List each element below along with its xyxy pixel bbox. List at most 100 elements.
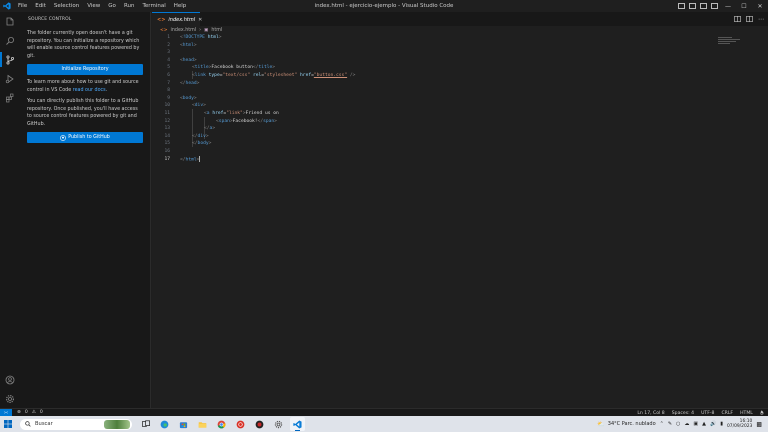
- clock-date: 07/09/2023: [727, 424, 753, 429]
- publish-message: You can directly publish this folder to …: [27, 99, 139, 127]
- settings-gear-icon[interactable]: [271, 417, 286, 431]
- toggle-secondary-sidebar-icon[interactable]: [700, 3, 707, 9]
- vscode-logo-icon[interactable]: [0, 0, 14, 12]
- title-bar: File Edit Selection View Go Run Terminal…: [0, 0, 768, 12]
- code-line: 4 <head>: [152, 57, 768, 65]
- activity-bar: [0, 12, 20, 408]
- code-line: 13 </a>: [152, 125, 768, 133]
- more-actions-icon[interactable]: ⋯: [758, 16, 764, 23]
- network-icon[interactable]: ○: [676, 421, 680, 427]
- line-number: 12: [164, 118, 170, 124]
- source-control-icon[interactable]: [0, 50, 20, 69]
- sidebar-title: SOURCE CONTROL: [28, 17, 72, 22]
- notification-center-icon[interactable]: ▩: [756, 421, 762, 428]
- maximize-icon[interactable]: ☐: [736, 0, 752, 12]
- explorer-icon[interactable]: [0, 12, 20, 31]
- breadcrumb-element[interactable]: html: [211, 28, 222, 33]
- tab-label: index.html: [168, 16, 196, 23]
- code-text: <body>: [180, 95, 197, 101]
- vscode-taskbar-icon[interactable]: [290, 417, 305, 431]
- search-placeholder: Buscar: [35, 421, 53, 427]
- accounts-icon[interactable]: [0, 370, 20, 389]
- weather-widget[interactable]: ⛅ 34°C Parc. nublado: [597, 421, 655, 428]
- tab-close-icon[interactable]: ✕: [198, 17, 202, 23]
- code-text: </head>: [180, 80, 200, 86]
- menu-view[interactable]: View: [83, 0, 104, 12]
- errors-icon[interactable]: ⊗: [17, 410, 21, 415]
- display-icon[interactable]: ▣: [693, 421, 698, 427]
- breadcrumb: <> index.html › ▣ html: [152, 26, 768, 34]
- cloud-icon[interactable]: ☁: [684, 421, 689, 427]
- html-file-icon: <>: [157, 16, 166, 23]
- line-number: 2: [167, 42, 170, 48]
- windows-start-icon[interactable]: [0, 416, 16, 432]
- line-number: 6: [167, 73, 170, 78]
- publish-to-github-button[interactable]: Publish to GitHub: [27, 132, 143, 143]
- code-line: 8: [152, 87, 768, 95]
- code-line: 12 <span>Facebook!</span>: [152, 118, 768, 126]
- extensions-icon[interactable]: [0, 88, 20, 107]
- menu-selection[interactable]: Selection: [50, 0, 83, 12]
- menu-go[interactable]: Go: [104, 0, 120, 12]
- source-control-sidebar: SOURCE CONTROL The folder currently open…: [20, 12, 151, 408]
- warnings-count[interactable]: 0: [40, 410, 43, 415]
- split-editor-icon[interactable]: [746, 16, 753, 22]
- end-of-line[interactable]: CRLF: [721, 411, 733, 416]
- read-docs-link[interactable]: read our docs: [73, 88, 106, 93]
- code-line: 7 </head>: [152, 80, 768, 88]
- menu-terminal[interactable]: Terminal: [138, 0, 169, 12]
- toggle-primary-sidebar-icon[interactable]: [678, 3, 685, 9]
- cursor-position[interactable]: Ln 17, Col 8: [637, 411, 664, 416]
- taskbar-search[interactable]: Buscar: [20, 418, 132, 430]
- code-editor[interactable]: 1 <!DOCTYPE html> 2 <html> 3 4 <head> 5 <tit…: [152, 34, 768, 408]
- tab-index-html[interactable]: <> index.html ✕: [152, 12, 202, 26]
- battery-icon[interactable]: ▮: [720, 421, 723, 427]
- red-app-icon[interactable]: [233, 417, 248, 431]
- edge-browser-icon[interactable]: [157, 417, 172, 431]
- learn-more-end: .: [105, 87, 108, 93]
- dark-app-icon[interactable]: [252, 417, 267, 431]
- menu-edit[interactable]: Edit: [31, 0, 50, 12]
- line-number: 8: [167, 88, 170, 94]
- code-text: </html>: [180, 155, 201, 163]
- minimize-icon[interactable]: —: [720, 0, 736, 12]
- toggle-panel-icon[interactable]: [689, 3, 696, 9]
- close-icon[interactable]: ✕: [752, 0, 768, 12]
- editor-tabs: <> index.html ✕ ⋯: [152, 12, 768, 26]
- menu-help[interactable]: Help: [170, 0, 191, 12]
- manage-gear-icon[interactable]: [0, 389, 20, 408]
- warnings-icon[interactable]: ⚠: [32, 410, 36, 415]
- menu-file[interactable]: File: [14, 0, 31, 12]
- file-explorer-icon[interactable]: [195, 417, 210, 431]
- code-text: </div>: [192, 133, 209, 139]
- breadcrumb-file[interactable]: index.html: [171, 28, 197, 33]
- clock[interactable]: 16:10 07/09/2023: [727, 419, 752, 430]
- code-line: 5 <title>Facebook button</title>: [152, 64, 768, 72]
- customize-layout-icon[interactable]: [711, 3, 718, 9]
- chrome-icon[interactable]: [214, 417, 229, 431]
- search-icon[interactable]: [0, 31, 20, 50]
- pen-icon[interactable]: ✎: [668, 421, 672, 427]
- task-view-icon[interactable]: [138, 417, 153, 431]
- line-number: 5: [167, 65, 170, 71]
- wifi-icon[interactable]: ▲: [702, 421, 706, 427]
- microsoft-store-icon[interactable]: [176, 417, 191, 431]
- open-preview-icon[interactable]: [734, 16, 741, 22]
- indentation[interactable]: Spaces: 4: [672, 411, 694, 416]
- line-number: 7: [167, 80, 170, 86]
- code-text: <title>Facebook button</title>: [192, 65, 276, 71]
- volume-icon[interactable]: 🔊: [710, 421, 716, 427]
- github-icon: [60, 134, 67, 141]
- run-debug-icon[interactable]: [0, 69, 20, 88]
- minimap[interactable]: [718, 36, 744, 52]
- code-line: 3: [152, 49, 768, 57]
- menu-run[interactable]: Run: [120, 0, 139, 12]
- initialize-repository-button[interactable]: Initialize Repository: [27, 64, 143, 75]
- encoding[interactable]: UTF-8: [701, 411, 714, 416]
- menu-bar: File Edit Selection View Go Run Terminal…: [14, 0, 190, 12]
- code-line: 1 <!DOCTYPE html>: [152, 34, 768, 42]
- show-hidden-icons-icon[interactable]: ⌃: [660, 421, 664, 427]
- language-mode[interactable]: HTML: [740, 411, 753, 416]
- line-number: 11: [164, 111, 170, 116]
- errors-count[interactable]: 0: [25, 410, 28, 415]
